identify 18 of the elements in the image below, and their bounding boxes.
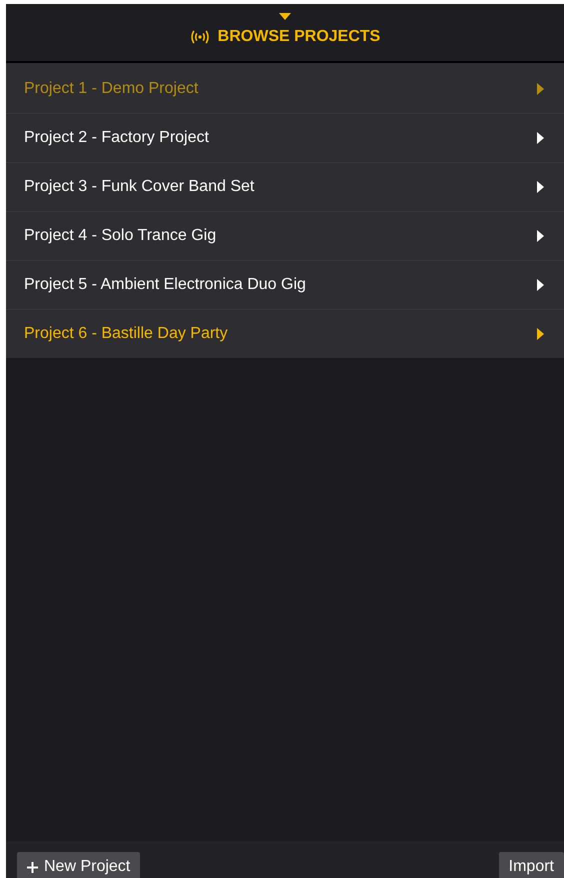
project-row[interactable]: Project 2 - Factory Project — [6, 114, 564, 163]
arrow-right-icon — [537, 83, 544, 95]
broadcast-icon — [190, 30, 210, 44]
project-row[interactable]: Project 3 - Funk Cover Band Set — [6, 163, 564, 212]
import-button[interactable]: Import — [498, 852, 564, 878]
arrow-right-icon — [537, 181, 544, 193]
new-project-button[interactable]: New Project — [17, 852, 140, 878]
arrow-right-icon — [537, 279, 544, 291]
arrow-right-icon — [537, 328, 544, 340]
arrow-right-icon — [537, 132, 544, 144]
arrow-right-icon — [537, 230, 544, 242]
plus-icon — [27, 862, 38, 872]
project-row[interactable]: Project 1 - Demo Project — [6, 65, 564, 114]
project-row[interactable]: Project 4 - Solo Trance Gig — [6, 212, 564, 261]
project-row[interactable]: Project 5 - Ambient Electronica Duo Gig — [6, 261, 564, 310]
project-row[interactable]: Project 6 - Bastille Day Party — [6, 310, 564, 358]
header-title: BROWSE PROJECTS — [218, 28, 380, 46]
caret-icon[interactable] — [279, 13, 291, 20]
